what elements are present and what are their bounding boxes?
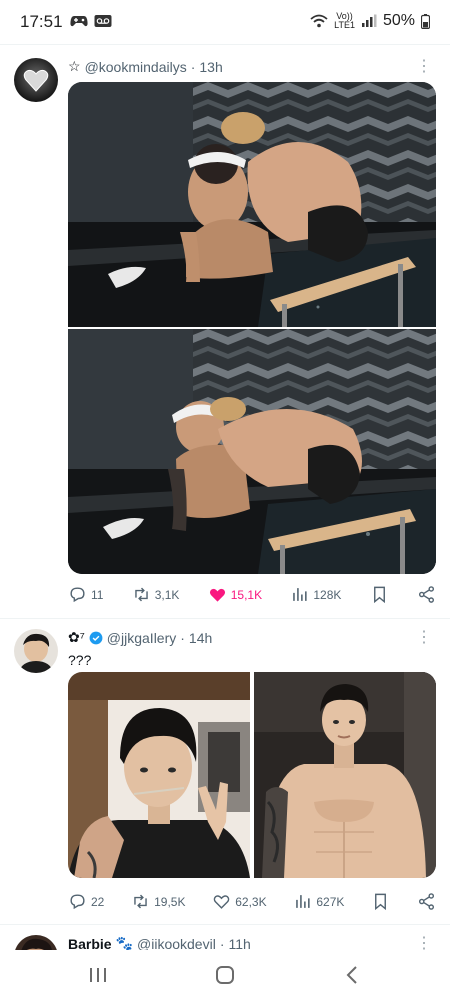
author-handle[interactable]: @jjkgaIlery [107, 630, 176, 646]
separator: · [219, 935, 225, 951]
reply-count: 22 [91, 894, 105, 909]
like-icon [213, 895, 230, 909]
retweet-button[interactable]: 19,5K [131, 892, 185, 911]
avatar[interactable] [14, 629, 58, 673]
tweet-header: ☆ @kookmindailys · 13h [68, 58, 434, 75]
reply-count: 11 [91, 587, 104, 602]
wifi-icon [310, 14, 328, 28]
tweet-actions: 22 19,5K 62,3K 627K [68, 892, 436, 911]
retweet-button[interactable]: 3,1K [132, 585, 180, 604]
tweet-media[interactable] [68, 82, 436, 574]
recent-apps-icon [90, 968, 106, 982]
views-icon [296, 895, 310, 908]
avatar[interactable] [14, 935, 58, 950]
author-prefix: ☆ [68, 58, 81, 74]
tweet-actions: 11 3,1K 15,1K 128K [68, 585, 436, 604]
reply-button[interactable]: 11 [68, 585, 103, 604]
share-icon[interactable] [417, 892, 436, 911]
status-bar: 17:51 Vo)) LTE1 50% [0, 0, 450, 44]
like-icon [209, 588, 225, 602]
photo[interactable] [254, 672, 436, 878]
tweet-header: ✿⁷ @jjkgaIlery · 14h [68, 629, 434, 646]
reply-button[interactable]: 22 [68, 892, 104, 911]
more-options-icon[interactable]: ⋮ [416, 56, 432, 76]
more-options-icon[interactable]: ⋮ [416, 627, 432, 647]
status-left-icons [70, 14, 112, 28]
tweet-time[interactable]: 13h [199, 59, 222, 75]
tweet-time[interactable]: 14h [189, 630, 212, 646]
reply-icon [70, 894, 85, 910]
back-icon [346, 966, 357, 984]
photo[interactable] [68, 672, 250, 878]
home-button[interactable] [205, 962, 245, 988]
like-count: 15,1K [230, 587, 263, 602]
tweet-time[interactable]: 11h [229, 936, 251, 951]
system-navigation-bar [0, 950, 450, 1000]
tweet-header: Barbie 🐾 @iikookdevil · 11h [68, 935, 434, 950]
tweet[interactable]: ☆ @kookmindailys · 13h ⋮ 11 3,1K 15,1K 1… [0, 44, 450, 618]
back-button[interactable] [332, 962, 372, 988]
status-time: 17:51 [20, 12, 63, 31]
reply-icon [70, 587, 85, 603]
author-prefix: ✿⁷ [68, 629, 85, 645]
avatar[interactable] [14, 58, 58, 102]
retweet-count: 19,5K [154, 894, 186, 909]
author-handle[interactable]: @iikookdevil [137, 936, 216, 951]
tweet-text: ??? [68, 652, 92, 668]
carrier-label: Vo)) LTE1 [334, 11, 355, 30]
home-icon [216, 966, 234, 984]
photo[interactable] [68, 82, 436, 327]
retweet-icon [134, 894, 147, 909]
battery-percent: 50% [382, 12, 415, 29]
author-emoji: 🐾 [115, 935, 134, 950]
photo[interactable] [68, 329, 436, 574]
views-icon [293, 588, 307, 601]
more-options-icon[interactable]: ⋮ [416, 933, 432, 950]
separator: · [180, 629, 185, 646]
status-right: Vo)) LTE1 50% [310, 12, 430, 30]
author-name[interactable]: Barbie [68, 936, 112, 951]
like-button[interactable]: 15,1K [208, 585, 262, 604]
retweet-count: 3,1K [154, 587, 180, 602]
views-button[interactable]: 128K [290, 585, 341, 604]
view-count: 627K [316, 894, 345, 909]
voicemail-icon [94, 15, 112, 27]
view-count: 128K [313, 587, 342, 602]
like-button[interactable]: 62,3K [212, 892, 267, 911]
author-handle[interactable]: @kookmindailys [85, 59, 187, 75]
recent-apps-button[interactable] [78, 962, 118, 988]
tweet-media[interactable] [68, 672, 436, 878]
bookmark-icon[interactable] [371, 892, 390, 911]
views-button[interactable]: 627K [293, 892, 344, 911]
retweet-icon [134, 587, 148, 602]
verified-badge-icon [89, 631, 103, 644]
bookmark-icon[interactable] [370, 585, 389, 604]
tweet[interactable]: ✿⁷ @jjkgaIlery · 14h ⋮ ??? 22 19,5K 62,3… [0, 619, 450, 924]
signal-icon [361, 14, 377, 27]
share-icon[interactable] [417, 585, 436, 604]
separator: · [190, 58, 196, 75]
game-controller-icon [70, 16, 88, 27]
battery-icon [421, 13, 430, 29]
tweet[interactable]: Barbie 🐾 @iikookdevil · 11h ⋮ [0, 925, 450, 950]
like-count: 62,3K [235, 894, 267, 909]
